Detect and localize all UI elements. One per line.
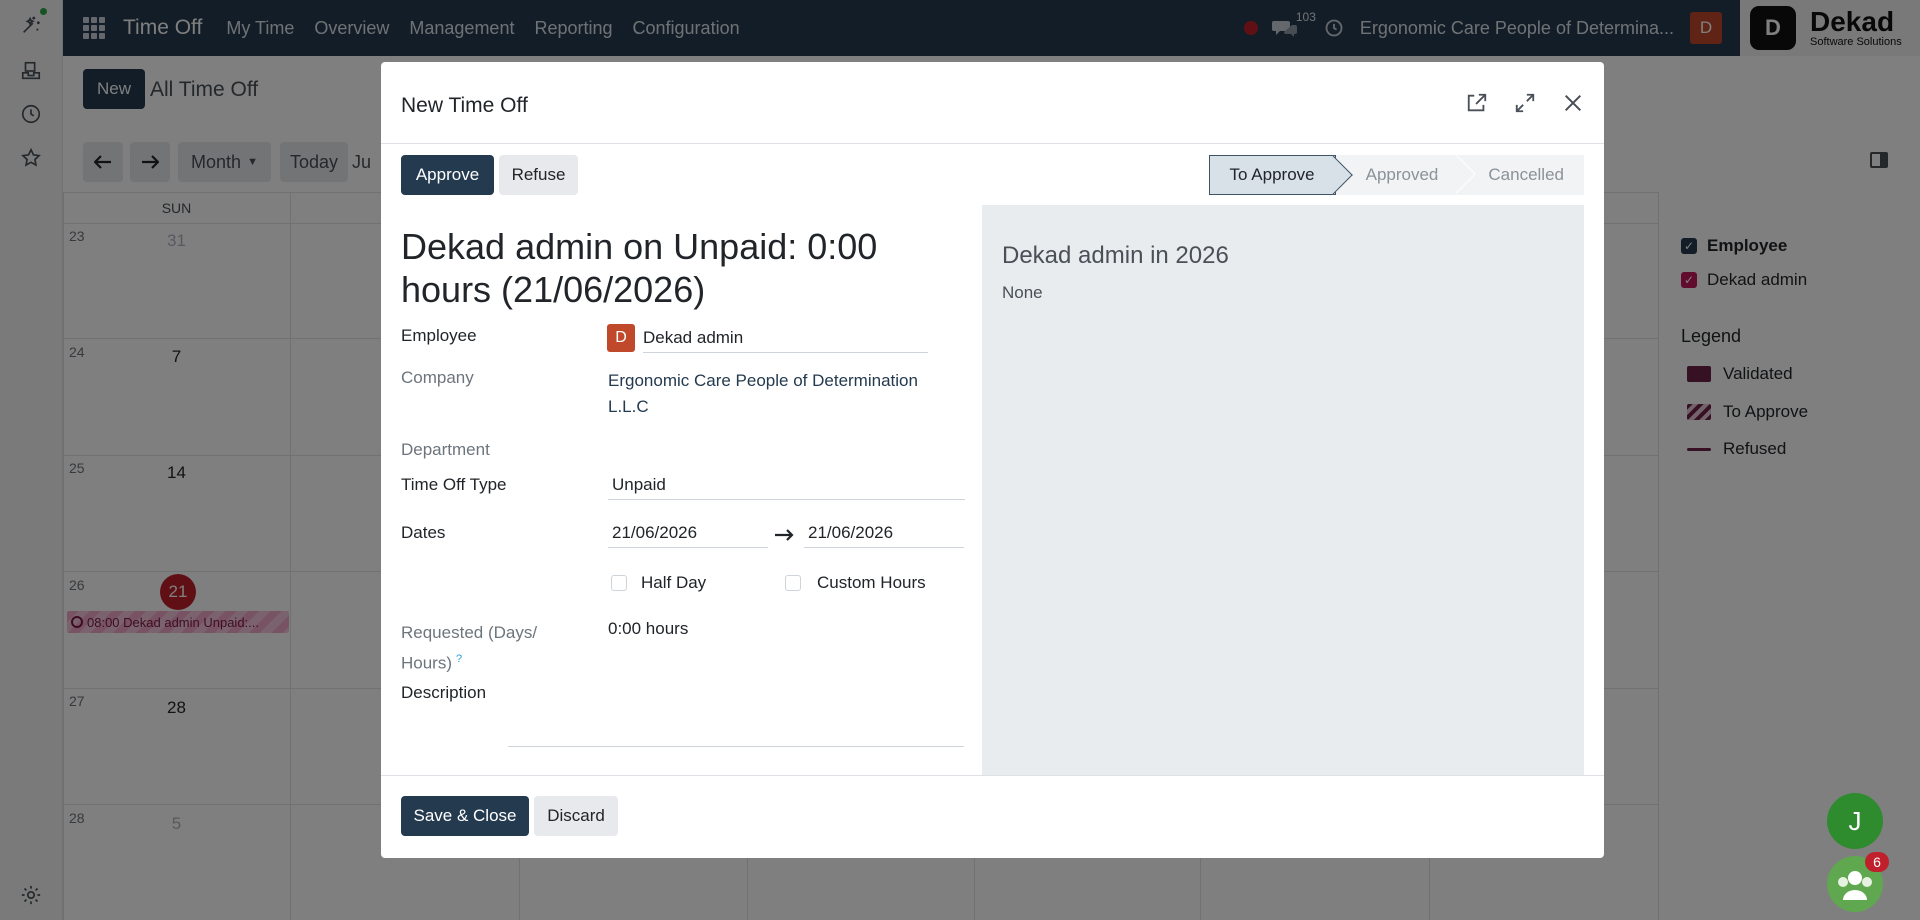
allocation-side-panel: Dekad admin in 2026 None [982, 205, 1584, 775]
requested-label: Requested (Days/ Hours)? [401, 619, 537, 677]
company-label: Company [401, 368, 474, 387]
time-off-type-label: Time Off Type [401, 475, 507, 494]
custom-hours-label[interactable]: Custom Hours [817, 573, 926, 593]
date-to-field[interactable]: 21/06/2026 [804, 518, 964, 548]
status-cancelled[interactable]: Cancelled [1458, 155, 1584, 195]
refuse-button[interactable]: Refuse [499, 155, 578, 195]
close-icon[interactable] [1560, 90, 1586, 116]
expand-icon[interactable] [1512, 90, 1538, 116]
company-value[interactable]: Ergonomic Care People of Determination L… [608, 368, 938, 420]
employee-label: Employee [401, 326, 477, 345]
allocation-title: Dekad admin in 2026 [1002, 242, 1229, 269]
new-time-off-dialog: New Time Off Approve Refuse To Approve A… [381, 62, 1604, 858]
dialog-title: New Time Off [401, 94, 528, 117]
approve-button[interactable]: Approve [401, 155, 494, 195]
user-bubble-avatar[interactable]: J [1827, 793, 1883, 849]
half-day-label[interactable]: Half Day [641, 573, 706, 593]
custom-hours-checkbox[interactable] [785, 575, 801, 591]
chat-badge: 6 [1865, 852, 1889, 872]
help-tooltip-icon[interactable]: ? [456, 653, 462, 665]
allocation-value: None [1002, 283, 1043, 302]
open-external-icon[interactable] [1464, 90, 1490, 116]
time-off-type-field[interactable]: Unpaid [608, 470, 965, 500]
status-bar: To Approve Approved Cancelled [1208, 155, 1584, 195]
dialog-footer: Save & Close Discard [381, 775, 1604, 858]
requested-label-line1: Requested (Days/ [401, 623, 538, 642]
date-from-field[interactable]: 21/06/2026 [608, 518, 768, 548]
status-approved[interactable]: Approved [1335, 155, 1459, 195]
discard-button[interactable]: Discard [534, 796, 618, 836]
requested-value: 0:00 hours [608, 619, 689, 638]
description-field[interactable] [508, 712, 964, 747]
dialog-body: Dekad admin on Unpaid: 0:00 hours (21/06… [381, 205, 1604, 775]
arrow-right-icon [774, 527, 794, 543]
dialog-header: New Time Off [381, 62, 1604, 144]
dates-label: Dates [401, 523, 446, 542]
department-label: Department [401, 440, 490, 459]
employee-field[interactable]: Dekad admin [643, 323, 928, 353]
status-to-approve[interactable]: To Approve [1208, 155, 1336, 195]
description-label: Description [401, 683, 487, 702]
save-close-button[interactable]: Save & Close [401, 796, 529, 836]
requested-label-line2: Hours) [401, 653, 453, 673]
record-title: Dekad admin on Unpaid: 0:00 hours (21/06… [401, 226, 878, 310]
half-day-checkbox[interactable] [611, 575, 627, 591]
employee-avatar: D [607, 324, 635, 352]
